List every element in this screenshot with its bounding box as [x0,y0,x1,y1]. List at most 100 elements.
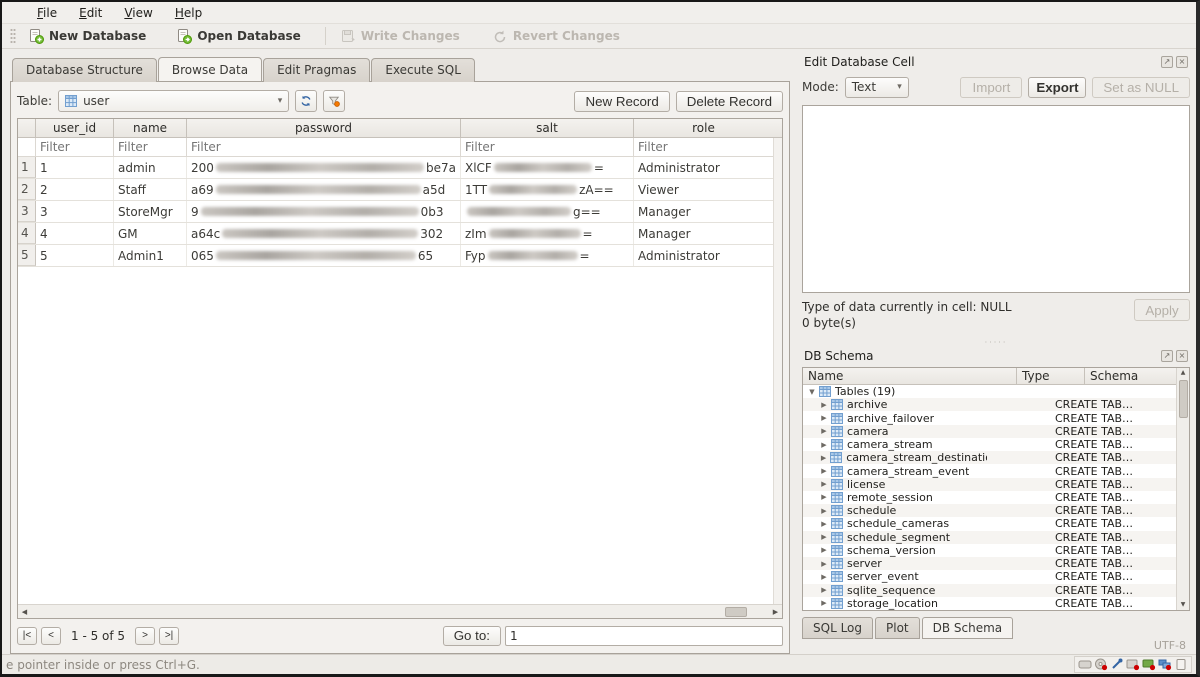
cell-password[interactable]: a64c302 [187,223,461,244]
cell-salt[interactable]: g== [461,201,634,222]
tree-item-table[interactable]: ▶camera_stream_eventCREATE TAB… [803,464,1176,477]
col-header-salt[interactable]: salt [461,119,634,137]
tree-collapsed-icon[interactable]: ▶ [819,599,829,607]
cell-name[interactable]: GM [114,223,187,244]
tree-collapsed-icon[interactable]: ▶ [819,520,829,528]
col-header-name[interactable]: name [114,119,187,137]
cell-name[interactable]: Staff [114,179,187,200]
tree-collapsed-icon[interactable]: ▶ [819,533,829,541]
tree-item-table[interactable]: ▶archiveCREATE TAB… [803,398,1176,411]
menu-edit[interactable]: Edit [70,4,111,22]
row-number[interactable]: 4 [18,223,36,244]
cell-user-id[interactable]: 4 [36,223,114,244]
vm-shared-folders-icon[interactable] [1126,658,1140,671]
tree-item-table[interactable]: ▶serverCREATE TAB… [803,557,1176,570]
filter-salt-input[interactable] [461,140,633,154]
filter-role-input[interactable] [634,140,773,154]
vm-display-icon[interactable] [1142,658,1156,671]
menu-file[interactable]: File [28,4,66,22]
cell-password[interactable]: a69a5d [187,179,461,200]
tree-item-table[interactable]: ▶camera_streamCREATE TAB… [803,438,1176,451]
refresh-button[interactable] [295,90,317,112]
dock-splitter-handle[interactable]: ····· [802,337,1190,347]
prev-page-button[interactable]: < [41,627,61,645]
scrollbar-thumb[interactable] [1179,380,1188,418]
tree-collapsed-icon[interactable]: ▶ [819,560,829,568]
next-page-button[interactable]: > [135,627,155,645]
tree-expanded-icon[interactable]: ▼ [807,388,817,396]
cell-role[interactable]: Manager [634,223,773,244]
open-database-button[interactable]: Open Database [168,26,309,46]
cell-salt[interactable]: 1TTzA== [461,179,634,200]
tree-collapsed-icon[interactable]: ▶ [819,401,829,409]
menu-help[interactable]: Help [166,4,211,22]
cell-role[interactable]: Viewer [634,179,773,200]
tree-vertical-scrollbar[interactable]: ▲ ▼ [1176,368,1189,610]
cell-salt[interactable]: zIm= [461,223,634,244]
cell-password[interactable]: 90b3 [187,201,461,222]
row-number[interactable]: 5 [18,245,36,266]
cell-role[interactable]: Manager [634,201,773,222]
menu-view[interactable]: View [115,4,161,22]
vm-pointer-icon[interactable] [1174,658,1188,671]
tab-browse-data[interactable]: Browse Data [158,57,262,81]
tree-collapsed-icon[interactable]: ▶ [819,546,829,554]
tree-item-table[interactable]: ▶licenseCREATE TAB… [803,478,1176,491]
tab-edit-pragmas[interactable]: Edit Pragmas [263,58,370,82]
scroll-left-icon[interactable]: ◀ [18,606,31,618]
export-button[interactable]: Export [1028,77,1086,98]
vm-hdd-icon[interactable] [1078,658,1092,671]
tree-collapsed-icon[interactable]: ▶ [819,586,829,594]
cell-name[interactable]: admin [114,157,187,178]
tree-item-table[interactable]: ▶schedule_camerasCREATE TAB… [803,517,1176,530]
last-page-button[interactable]: >| [159,627,179,645]
tree-item-table[interactable]: ▶remote_sessionCREATE TAB… [803,491,1176,504]
close-dock-icon[interactable]: × [1176,350,1188,362]
tree-collapsed-icon[interactable]: ▶ [819,454,828,462]
table-select[interactable]: user ▾ [58,90,289,112]
vm-usb-icon[interactable] [1110,658,1124,671]
tree-item-table[interactable]: ▶cameraCREATE TAB… [803,425,1176,438]
vertical-scrollbar[interactable] [773,138,782,604]
tree-col-schema[interactable]: Schema [1085,368,1176,384]
scrollbar-thumb[interactable] [725,607,747,617]
goto-input[interactable] [505,626,783,646]
cell-salt[interactable]: Fyp= [461,245,634,266]
tree-item-table[interactable]: ▶schedule_segmentCREATE TAB… [803,531,1176,544]
horizontal-scrollbar[interactable]: ◀ ▶ [18,604,782,618]
tree-item-table[interactable]: ▶archive_failoverCREATE TAB… [803,411,1176,424]
cell-password[interactable]: 200be7a [187,157,461,178]
cell-name[interactable]: StoreMgr [114,201,187,222]
scroll-up-icon[interactable]: ▲ [1181,368,1186,378]
tree-collapsed-icon[interactable]: ▶ [819,493,829,501]
new-database-button[interactable]: New Database [20,26,154,46]
tree-item-table[interactable]: ▶sqlite_sequenceCREATE TAB… [803,584,1176,597]
col-header-user-id[interactable]: user_id [36,119,114,137]
cell-role[interactable]: Administrator [634,157,773,178]
table-row[interactable]: 5 5 Admin1 06565 Fyp= Administrator [18,245,782,267]
filter-user-id-input[interactable] [36,140,113,154]
row-number[interactable]: 2 [18,179,36,200]
table-row[interactable]: 2 2 Staff a69a5d 1TTzA== Viewer [18,179,782,201]
tree-item-table[interactable]: ▶scheduleCREATE TAB… [803,504,1176,517]
tree-collapsed-icon[interactable]: ▶ [819,441,829,449]
mode-select[interactable]: Text ▾ [845,77,909,98]
cell-salt[interactable]: XlCF= [461,157,634,178]
cell-name[interactable]: Admin1 [114,245,187,266]
row-number[interactable]: 3 [18,201,36,222]
tree-col-type[interactable]: Type [1017,368,1085,384]
tree-collapsed-icon[interactable]: ▶ [819,414,829,422]
tree-col-name[interactable]: Name [803,368,1017,384]
tree-item-table[interactable]: ▶storage_locationCREATE TAB… [803,597,1176,610]
cell-editor-area[interactable] [802,105,1190,293]
scroll-right-icon[interactable]: ▶ [769,606,782,618]
tree-item-table[interactable]: ▶camera_stream_destinationCREATE TAB… [803,451,1176,464]
cell-user-id[interactable]: 3 [36,201,114,222]
float-dock-icon[interactable]: ↗ [1161,56,1173,68]
cell-role[interactable]: Administrator [634,245,773,266]
tab-execute-sql[interactable]: Execute SQL [371,58,475,82]
tree-item-table[interactable]: ▶server_eventCREATE TAB… [803,570,1176,583]
delete-record-button[interactable]: Delete Record [676,91,783,112]
tree-collapsed-icon[interactable]: ▶ [819,507,829,515]
table-row[interactable]: 3 3 StoreMgr 90b3 g== Manager [18,201,782,223]
